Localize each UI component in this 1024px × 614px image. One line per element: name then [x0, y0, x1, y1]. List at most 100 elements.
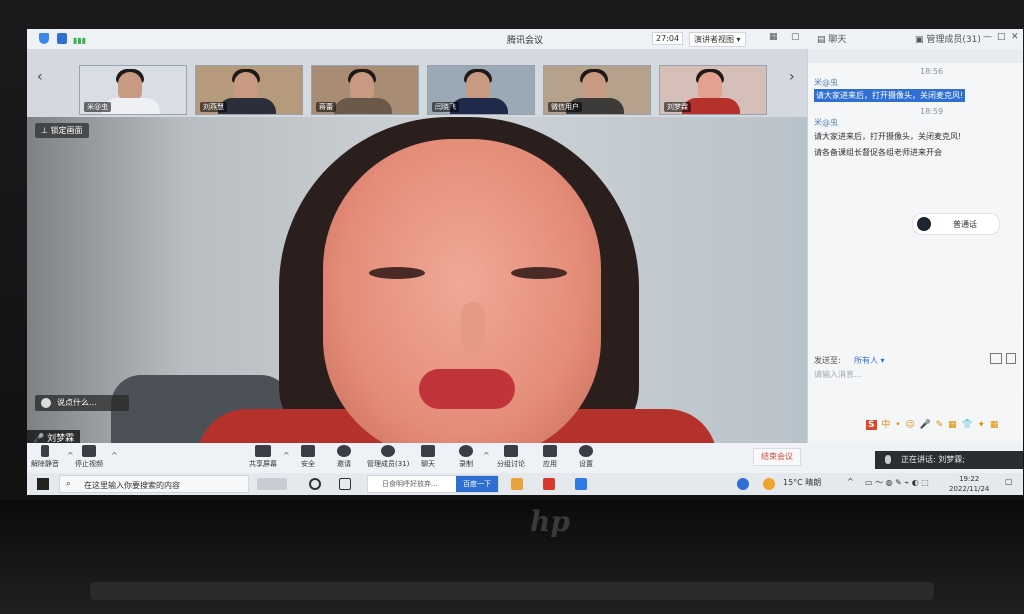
unmute-button[interactable]: 解除静音 — [31, 445, 59, 469]
say-something-input[interactable]: 说点什么... — [35, 395, 129, 411]
gear-icon — [579, 445, 593, 457]
laptop-hinge — [90, 582, 934, 600]
close-icon[interactable]: ✕ — [1011, 32, 1019, 42]
security-shield-icon[interactable] — [39, 33, 49, 44]
chevron-right-icon[interactable]: › — [789, 69, 795, 85]
stop-video-button[interactable]: 停止视频 — [75, 445, 103, 469]
breakout-button[interactable]: 分组讨论 — [497, 445, 525, 469]
baidu-search-button[interactable]: 百度一下 — [456, 476, 498, 492]
add-user-icon — [337, 445, 351, 457]
send-to-select[interactable]: 所有人 ▾ — [854, 355, 885, 366]
share-screen-icon — [255, 445, 271, 457]
meeting-toolbar: 解除静音 ^ 停止视频 ^ 共享屏幕 ^ 安全 邀请 管理成员(31) 聊天 录… — [27, 443, 1023, 473]
chat-input[interactable]: 请输入消息... — [814, 369, 1014, 415]
chat-message[interactable]: 请大家进来后，打开摄像头，关闭麦克风! — [814, 131, 961, 142]
apps-label: 应用 — [543, 460, 557, 468]
chat-panel: 18:56 米@虫 请大家进来后，打开摄像头，关闭麦克风! 18:59 米@虫 … — [807, 49, 1023, 443]
participant-tile[interactable]: 微信用户 — [543, 65, 651, 115]
fullscreen-icon[interactable]: ▢ — [791, 32, 800, 42]
apps-button[interactable]: 应用 — [543, 445, 557, 469]
file-explorer-icon[interactable] — [511, 478, 523, 490]
participant-name: 蒋蕾 — [316, 102, 336, 112]
security-label: 安全 — [301, 460, 315, 468]
widget-icon[interactable] — [257, 478, 287, 490]
invite-button[interactable]: 邀请 — [337, 445, 351, 469]
share-screen-label: 共享屏幕 — [249, 460, 277, 468]
send-to-value: 所有人 — [854, 356, 878, 365]
participant-tile[interactable]: 蒋蕾 — [311, 65, 419, 115]
chat-header — [808, 49, 1023, 63]
windows-start-icon[interactable] — [37, 478, 49, 490]
taskbar-search-placeholder: 在这里输入你要搜索的内容 — [84, 481, 180, 490]
baidu-placeholder: 日食明呼好放弃... — [382, 480, 438, 488]
share-screen-button[interactable]: 共享屏幕 — [249, 445, 277, 469]
members-icon — [381, 445, 396, 457]
ime-toolbar[interactable]: S 中 • ☺ 🎤 ✎ ▦ 👕 ✦ ▦ — [866, 417, 999, 431]
end-meeting-button[interactable]: 结束会议 — [753, 448, 801, 466]
layout-icon[interactable]: ▦ — [769, 32, 778, 42]
task-view-icon[interactable] — [309, 478, 321, 490]
title-bar: ▮▮▮ 腾讯会议 27:04 演讲者视图 ▾ ▦ ▢ ▤ 聊天 ▣ 管理成员(3… — [27, 29, 1023, 49]
tray-icons[interactable]: ▭ 〜 ◍ ✎ ⌁ ◐ ⬚ — [865, 477, 929, 488]
windows-taskbar: ⌕ 在这里输入你要搜索的内容 日食明呼好放弃... 百度一下 15°C 晴朗 ^… — [27, 473, 1023, 495]
settings-button[interactable]: 设置 — [579, 445, 593, 469]
chat-button[interactable]: 聊天 — [421, 445, 435, 469]
chevron-up-icon[interactable]: ^ — [283, 451, 290, 460]
wps-icon[interactable] — [543, 478, 555, 490]
taskbar-search[interactable]: ⌕ 在这里输入你要搜索的内容 — [59, 475, 249, 493]
chat-message[interactable]: 请大家进来后，打开摄像头，关闭麦克风! — [814, 89, 966, 102]
search-icon: ⌕ — [66, 479, 72, 489]
taskbar-clock[interactable]: 19:22 2022/11/24 — [949, 474, 989, 494]
record-label: 录制 — [459, 460, 473, 468]
send-to-label: 发送至: — [814, 356, 841, 365]
members-tab-label: 管理成员(31) — [926, 35, 981, 45]
chevron-up-icon[interactable]: ^ — [67, 451, 74, 460]
chat-sender: 米@虫 — [814, 78, 838, 87]
apps-grid-icon — [543, 445, 557, 457]
speaker-eye — [369, 267, 425, 279]
meeting-info-icon[interactable] — [57, 33, 67, 44]
chevron-up-icon[interactable]: ^ — [111, 451, 118, 460]
chat-tab-icon[interactable]: ▤ 聊天 — [817, 32, 846, 45]
view-mode-button[interactable]: 演讲者视图 ▾ — [689, 32, 746, 47]
file-icon[interactable] — [1006, 353, 1016, 364]
manage-members-button[interactable]: 管理成员(31) — [367, 445, 409, 469]
hp-logo: hp — [530, 505, 570, 538]
chat-time: 18:56 — [920, 67, 944, 76]
chevron-left-icon[interactable]: ‹ — [37, 69, 43, 85]
chat-sender: 米@虫 — [814, 118, 838, 127]
participant-tile[interactable]: 刘梦霖 — [659, 65, 767, 115]
baidu-search-box[interactable]: 日食明呼好放弃... 百度一下 — [367, 475, 499, 493]
speaker-nose — [461, 302, 485, 352]
tray-chevron-icon[interactable]: ^ — [847, 477, 854, 486]
main-video[interactable]: ⊥ 锁定画面 说点什么... 🎤 刘梦霖 — [27, 117, 807, 443]
chat-message[interactable]: 请各备课组长督促各组老师进来开会 — [814, 147, 942, 158]
invite-label: 邀请 — [337, 460, 351, 468]
maximize-icon[interactable]: □ — [997, 32, 1006, 42]
camera-icon — [82, 445, 96, 457]
participant-strip: ‹ 米@虫 刘燕慧 蒋蕾 闫晓飞 微信用户 刘梦霖 › — [27, 49, 807, 117]
participant-tile[interactable]: 米@虫 — [79, 65, 187, 115]
participant-name: 米@虫 — [84, 102, 111, 112]
security-button[interactable]: 安全 — [301, 445, 315, 469]
breakout-label: 分组讨论 — [497, 460, 525, 468]
microphone-muted-icon — [41, 445, 49, 457]
participant-tile[interactable]: 闫晓飞 — [427, 65, 535, 115]
record-button[interactable]: 录制 — [459, 445, 473, 469]
members-tab-icon[interactable]: ▣ 管理成员(31) — [915, 32, 981, 45]
multitask-icon[interactable] — [339, 478, 351, 490]
dialect-label: 普通话 — [953, 220, 977, 229]
shield-icon — [301, 445, 315, 457]
meeting-timer: 27:04 — [652, 32, 684, 45]
help-icon[interactable] — [737, 478, 749, 490]
dialect-voice-button[interactable]: 普通话 — [912, 213, 1000, 235]
minimize-icon[interactable]: — — [983, 32, 992, 42]
lock-view-button[interactable]: ⊥ 锁定画面 — [35, 123, 89, 138]
participant-tile[interactable]: 刘燕慧 — [195, 65, 303, 115]
window-title: 腾讯会议 — [507, 36, 544, 46]
notification-icon[interactable]: ▢ — [1005, 477, 1013, 486]
chat-label: 聊天 — [421, 460, 435, 468]
tencent-meeting-icon[interactable] — [575, 478, 587, 490]
image-icon[interactable] — [990, 353, 1002, 364]
chevron-up-icon[interactable]: ^ — [483, 451, 490, 460]
